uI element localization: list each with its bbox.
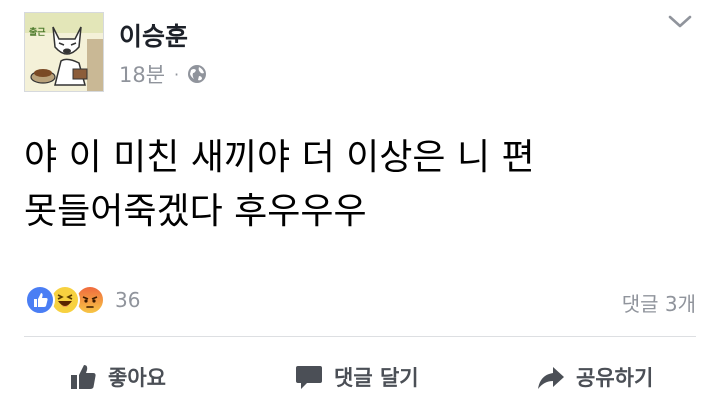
- post-meta: 18분 ·: [119, 59, 207, 89]
- meta-separator: ·: [174, 64, 180, 84]
- thumbs-up-icon: [71, 365, 96, 389]
- svg-text:출근: 출근: [29, 26, 46, 38]
- chevron-down-icon[interactable]: [667, 13, 693, 31]
- reaction-summary[interactable]: 36: [25, 284, 140, 316]
- post-time[interactable]: 18분: [119, 59, 165, 89]
- avatar[interactable]: 출근: [24, 12, 104, 92]
- action-bar: 좋아요 댓글 달기 공유하기: [0, 337, 720, 418]
- reaction-count: 36: [115, 288, 141, 312]
- like-label: 좋아요: [108, 366, 166, 390]
- like-button[interactable]: 좋아요: [68, 359, 166, 395]
- share-label: 공유하기: [576, 366, 654, 390]
- share-arrow-icon: [538, 367, 564, 389]
- comment-count[interactable]: 댓글 3개: [622, 288, 696, 317]
- author-name[interactable]: 이승훈: [119, 17, 188, 53]
- like-reaction-icon: [25, 285, 55, 315]
- comment-label: 댓글 달기: [334, 366, 419, 390]
- globe-icon[interactable]: [187, 64, 207, 84]
- share-button[interactable]: 공유하기: [536, 359, 653, 395]
- comment-button[interactable]: 댓글 달기: [294, 359, 419, 395]
- avatar-illustration: 출근: [25, 13, 103, 91]
- post-header: 출근 이승훈 18분 ·: [0, 0, 720, 110]
- post-text: 야 이 미친 새끼야 더 이상은 니 편 못들어죽겠다 후우우우: [24, 137, 535, 232]
- comment-icon: [296, 366, 322, 389]
